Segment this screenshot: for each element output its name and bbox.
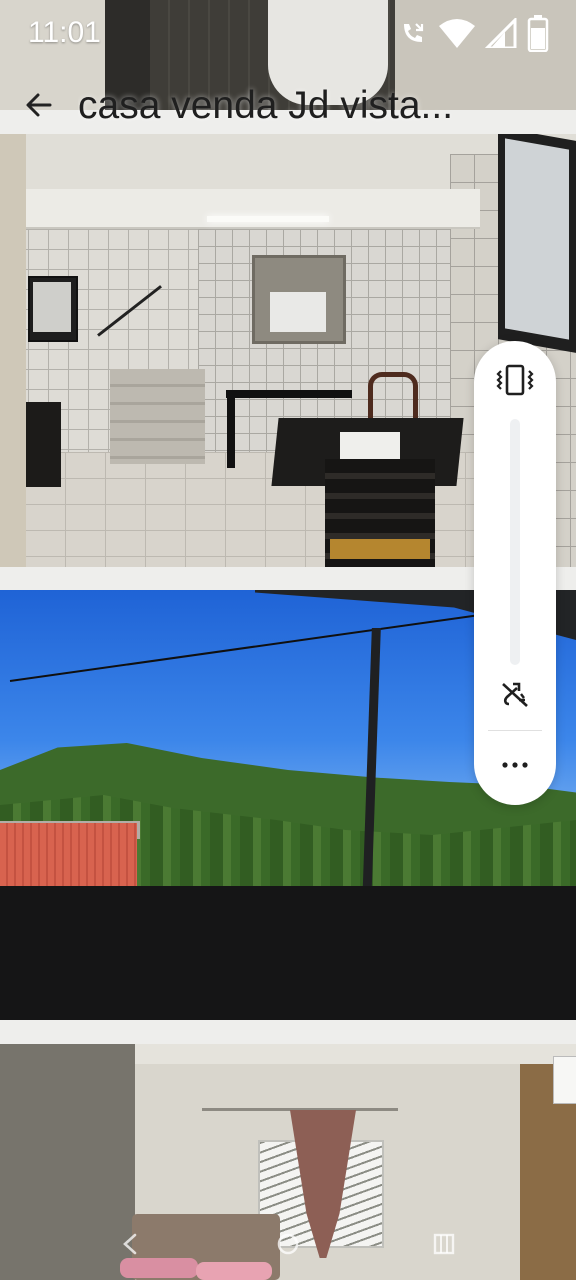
photo-divider (0, 1020, 576, 1044)
home-nav-icon (275, 1231, 301, 1261)
battery-icon (527, 14, 549, 56)
app-bar: casa venda Jd vista... (0, 78, 576, 136)
ceiling-beam (0, 189, 480, 229)
nav-back-button[interactable] (110, 1228, 150, 1264)
balcony-railing (0, 886, 576, 1020)
back-nav-icon (120, 1232, 140, 1260)
nav-recents-button[interactable] (424, 1228, 464, 1264)
clock: 11:01 (28, 16, 101, 49)
mirror-reflection (270, 292, 326, 332)
wall-frame-picture (505, 138, 569, 340)
more-options-icon (500, 755, 530, 774)
navigation-bar (0, 1222, 576, 1270)
side-table (226, 390, 352, 398)
cellular-signal-icon (483, 16, 517, 52)
recents-nav-icon (431, 1232, 457, 1260)
missed-call-icon (398, 18, 428, 52)
divider (488, 730, 542, 731)
volume-slider[interactable] (510, 419, 520, 665)
more-options-button[interactable] (492, 741, 538, 787)
chair-seat (330, 539, 430, 559)
nav-home-button[interactable] (268, 1228, 308, 1264)
back-arrow-icon (24, 90, 54, 124)
wall-post (0, 134, 26, 567)
live-caption-off-icon (499, 678, 531, 714)
ceiling-lamp (207, 216, 329, 222)
table-runner (340, 432, 400, 460)
air-conditioner (553, 1056, 576, 1104)
picture (33, 282, 71, 332)
wifi-icon (437, 18, 477, 52)
volume-panel (474, 341, 556, 805)
stairs (110, 369, 205, 464)
ceiling (135, 1044, 576, 1064)
ringer-mode-button[interactable] (490, 357, 540, 407)
side-table-leg (227, 396, 235, 468)
building (0, 823, 137, 889)
status-bar: 11:01 (0, 0, 576, 70)
vibrate-icon (495, 363, 535, 401)
back-button[interactable] (16, 84, 62, 130)
page-title: casa venda Jd vista... (78, 84, 454, 127)
live-caption-button[interactable] (492, 673, 538, 719)
